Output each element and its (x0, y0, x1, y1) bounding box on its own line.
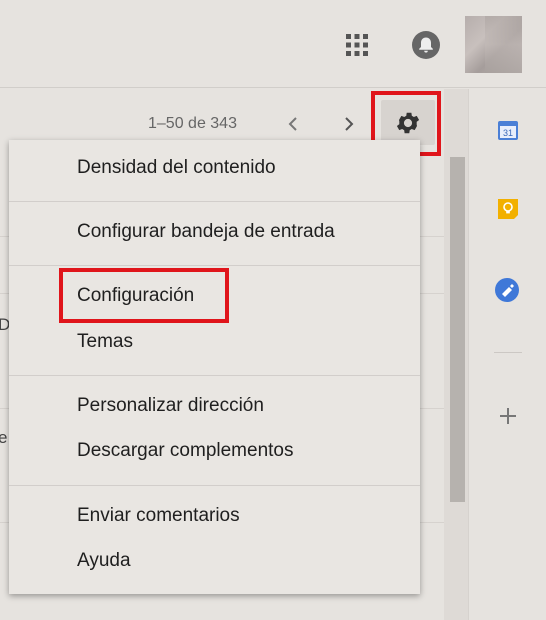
menu-item-themes[interactable]: Temas (77, 331, 133, 353)
side-panel (468, 89, 546, 620)
bell-icon[interactable] (411, 30, 441, 60)
menu-item-get-addons[interactable]: Descargar complementos (77, 440, 293, 462)
settings-item-highlight-box (59, 268, 229, 323)
menu-divider (9, 485, 420, 486)
settings-menu: Densidad del contenido Configurar bandej… (9, 140, 420, 594)
scrollbar-thumb[interactable] (450, 157, 465, 502)
menu-divider (9, 265, 420, 266)
account-avatar[interactable] (465, 16, 522, 73)
menu-item-help[interactable]: Ayuda (77, 550, 131, 572)
menu-item-send-feedback[interactable]: Enviar comentarios (77, 505, 240, 527)
tasks-check-icon[interactable] (494, 277, 520, 303)
side-divider (494, 352, 522, 353)
plus-icon[interactable] (497, 405, 519, 427)
chevron-left-icon[interactable] (284, 113, 302, 135)
menu-item-density[interactable]: Densidad del contenido (77, 157, 276, 179)
menu-item-customize-address[interactable]: Personalizar dirección (77, 395, 264, 417)
menu-divider (9, 375, 420, 376)
apps-grid-icon[interactable] (345, 33, 369, 57)
menu-divider (9, 201, 420, 202)
calendar-icon[interactable]: 31 (497, 119, 519, 141)
calendar-day: 31 (503, 128, 513, 138)
keep-bulb-icon[interactable] (496, 197, 520, 221)
top-bar (0, 0, 546, 88)
list-item-fragment: e (0, 428, 8, 447)
pagination-label: 1–50 de 343 (148, 115, 237, 132)
chevron-right-icon[interactable] (340, 113, 358, 135)
menu-item-configure-inbox[interactable]: Configurar bandeja de entrada (77, 221, 335, 243)
